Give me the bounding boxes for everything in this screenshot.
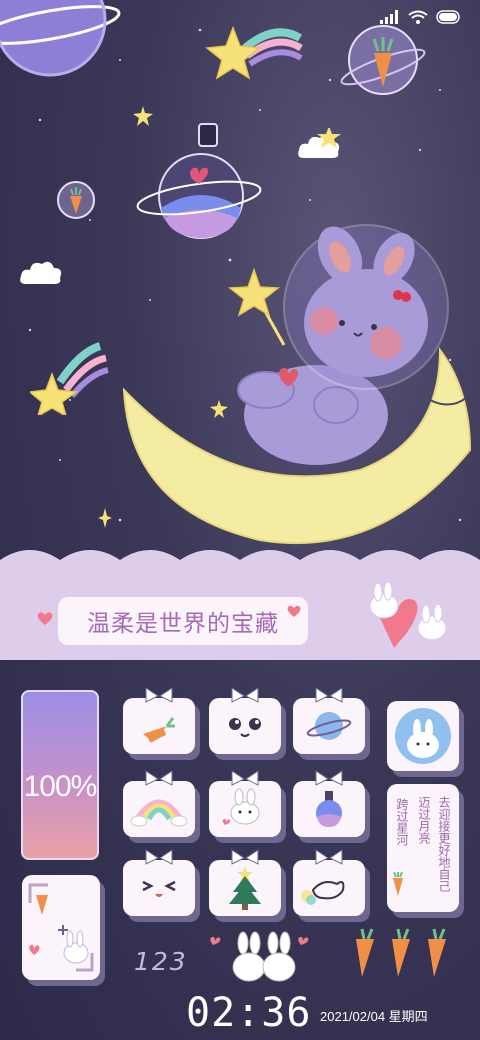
bunnies-heart-illustration <box>369 581 447 648</box>
memo-widget[interactable]: 去迎接更好地自己 迈过月亮 跨过星河 <box>387 784 459 912</box>
memo-line-1: 跨过星河 <box>395 798 409 846</box>
bow-icon <box>231 687 259 703</box>
carrots-illustration <box>356 928 446 977</box>
bunny-icon <box>222 788 260 825</box>
avatar <box>395 708 451 764</box>
home-screen: 温柔是世界的宝藏 100% 去迎接更好地自己 迈过月亮 跨过星河 123 02:… <box>0 0 480 1040</box>
bow-icon <box>145 849 173 865</box>
memo-line-2: 迈过月亮 <box>417 796 431 844</box>
bow-icon <box>145 687 173 703</box>
bunny-face-icon <box>229 718 261 737</box>
bow-icon <box>315 687 343 703</box>
heart-icon <box>37 612 53 625</box>
cloud-illustration <box>20 261 62 284</box>
bunnies-illustration <box>210 931 309 982</box>
bow-icon <box>315 770 343 786</box>
clock-time[interactable]: 02:36 <box>186 990 311 1036</box>
battery-percent-label: 100% <box>23 770 98 803</box>
avatar-widget[interactable] <box>387 701 459 771</box>
memo-line-3: 去迎接更好地自己 <box>437 796 451 892</box>
carrot-bubble-illustration <box>340 25 426 95</box>
potion-icon <box>316 791 342 827</box>
bunny-photo-icon <box>28 883 94 972</box>
cloud-star-illustration <box>298 128 341 158</box>
app-icon-laughing-face[interactable] <box>123 849 195 916</box>
app-icon-potion[interactable] <box>293 770 365 837</box>
bow-icon <box>145 770 173 786</box>
app-icon-rainbow[interactable] <box>123 770 195 837</box>
bunny-astronaut-illustration <box>227 224 449 465</box>
christmas-tree-icon <box>229 866 261 910</box>
app-icon-carrot[interactable] <box>123 687 195 754</box>
bow-icon <box>231 770 259 786</box>
rainbow-icon <box>130 799 188 827</box>
counter-label: 123 <box>134 947 188 976</box>
banner-scallop <box>0 550 480 580</box>
slogan-label: 温柔是世界的宝藏 <box>58 597 308 645</box>
bow-icon <box>315 849 343 865</box>
battery-widget[interactable]: 100% <box>21 690 99 860</box>
heart-icon <box>287 605 301 617</box>
app-icon-planet[interactable] <box>293 687 365 754</box>
shooting-star-illustration <box>205 25 303 80</box>
app-icon-christmas-tree[interactable] <box>209 849 281 916</box>
bow-icon <box>231 849 259 865</box>
planet-illustration <box>0 0 121 77</box>
shooting-star-left-illustration <box>30 342 109 415</box>
planet-icon <box>306 712 352 740</box>
photo-widget[interactable] <box>22 875 100 980</box>
bird-icon <box>301 881 345 905</box>
clock-date: 2021/02/04 星期四 <box>320 1009 428 1024</box>
carrot-icon <box>143 717 175 743</box>
laughing-face-icon <box>142 880 176 897</box>
battery-icon <box>436 10 460 24</box>
app-icon-bird[interactable] <box>293 849 365 916</box>
carrot-icon <box>393 872 403 896</box>
app-icon-bunny[interactable] <box>209 770 281 837</box>
carrot-bubble-small-illustration <box>57 181 95 219</box>
app-icon-bunny-face[interactable] <box>209 687 281 754</box>
